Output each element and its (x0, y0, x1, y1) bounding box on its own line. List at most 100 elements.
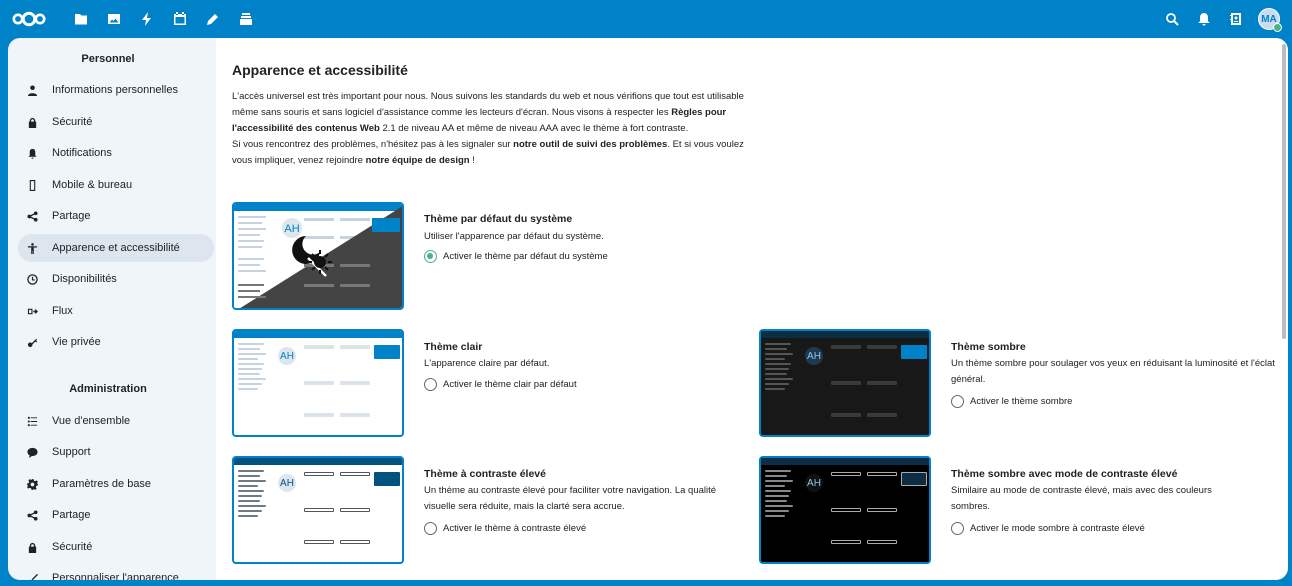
theme-preview-dark-contrast[interactable]: AH (759, 456, 931, 564)
sidebar-item-label: Disponibilités (52, 273, 117, 285)
radio-checked-icon[interactable] (424, 250, 437, 263)
intro-text-part: ! (469, 155, 475, 166)
theme-default-desc: Utiliser l'apparence par défaut du systè… (424, 231, 604, 242)
sidebar-item-availability[interactable]: Disponibilités (18, 265, 214, 293)
preview-avatar: AH (278, 347, 296, 365)
top-header: MA (0, 0, 1292, 38)
preview-header (234, 331, 402, 338)
sidebar-item-privacy[interactable]: Vie privée (18, 328, 214, 356)
sidebar-item-basic-settings[interactable]: Paramètres de base (18, 470, 214, 498)
sidebar-item-label: Vie privée (52, 336, 101, 348)
person-icon (18, 84, 46, 96)
intro-text-part: Si vous rencontrez des problèmes, n'hési… (232, 139, 514, 150)
chat-icon (18, 447, 46, 458)
preview-avatar: AH (278, 474, 296, 492)
photos-icon[interactable] (97, 0, 130, 38)
notes-icon[interactable] (196, 0, 229, 38)
deck-icon[interactable] (229, 0, 262, 38)
main-content: Apparence et accessibilité L'accès unive… (216, 38, 1288, 580)
theme-light-radio[interactable]: Activer le thème clair par défaut (424, 378, 577, 391)
preview-avatar-text: AH (284, 223, 299, 235)
preview-sidebar (236, 340, 272, 433)
sidebar-item-security[interactable]: Sécurité (18, 108, 214, 136)
online-status-icon (1273, 23, 1282, 32)
theme-dark-contrast-radio[interactable]: Activer le mode sombre à contraste élevé (951, 522, 1145, 535)
sidebar-item-theming[interactable]: Personnaliser l'apparence (18, 564, 214, 580)
flow-icon (18, 306, 46, 317)
preview-header (761, 458, 929, 465)
radio-label: Activer le thème clair par défaut (443, 379, 577, 390)
sidebar-item-admin-sharing[interactable]: Partage (18, 501, 214, 529)
notifications-icon[interactable] (1188, 0, 1220, 38)
design-team-link[interactable]: notre équipe de design (366, 155, 470, 166)
theme-dark-desc: Un thème sombre pour soulager vos yeux e… (951, 358, 1275, 385)
files-icon[interactable] (64, 0, 97, 38)
theme-dark-title: Thème sombre (951, 341, 1026, 353)
sidebar-item-label: Notifications (52, 147, 112, 159)
theme-contrast-title: Thème à contraste élevé (424, 468, 546, 480)
scrollbar[interactable] (1282, 44, 1286, 339)
theme-preview-dark[interactable]: AH (759, 329, 931, 437)
radio-label: Activer le thème par défaut du système (443, 251, 608, 262)
theme-dark-radio[interactable]: Activer le thème sombre (951, 395, 1072, 408)
intro-text: L'accès universel est très important pou… (232, 89, 752, 169)
sidebar-item-appearance[interactable]: Apparence et accessibilité (18, 234, 214, 262)
share-icon (18, 509, 46, 521)
calendar-icon[interactable] (163, 0, 196, 38)
theme-dark-contrast-title: Thème sombre avec mode de contraste élev… (951, 468, 1178, 480)
sidebar-item-label: Apparence et accessibilité (52, 242, 180, 254)
phone-icon (18, 179, 46, 191)
sidebar-item-flux[interactable]: Flux (18, 297, 214, 325)
personal-section-title: Personnel (81, 53, 135, 65)
theme-contrast-radio[interactable]: Activer le thème à contraste élevé (424, 522, 586, 535)
radio-label: Activer le mode sombre à contraste élevé (970, 523, 1145, 534)
sidebar-item-label: Partage (52, 509, 91, 521)
sidebar-item-admin-security[interactable]: Sécurité (18, 533, 214, 561)
clock-icon (18, 273, 46, 285)
theme-light-desc: L'apparence claire par défaut. (424, 358, 550, 369)
default-theme-preview-image: AH (234, 204, 402, 308)
avatar[interactable]: MA (1258, 8, 1282, 32)
share-icon (18, 210, 46, 222)
radio-unchecked-icon[interactable] (424, 522, 437, 535)
sidebar-item-support[interactable]: Support (18, 438, 214, 466)
header-right: MA (1156, 0, 1292, 38)
radio-unchecked-icon[interactable] (951, 522, 964, 535)
theme-contrast-desc: Un thème au contraste élevé pour facilit… (424, 485, 717, 512)
theme-default-radio[interactable]: Activer le thème par défaut du système (424, 250, 608, 263)
bell-icon (18, 148, 46, 159)
sidebar-item-mobile-desktop[interactable]: Mobile & bureau (18, 171, 214, 199)
radio-unchecked-icon[interactable] (951, 395, 964, 408)
theme-preview-contrast[interactable]: AH (232, 456, 404, 564)
theme-preview-default[interactable]: AH (232, 202, 404, 310)
activity-icon[interactable] (130, 0, 163, 38)
accessibility-icon (18, 242, 46, 254)
sidebar-item-notifications[interactable]: Notifications (18, 139, 214, 167)
sidebar-item-label: Support (52, 446, 91, 458)
brush-icon (18, 573, 46, 580)
sidebar-item-label: Informations personnelles (52, 84, 178, 96)
sidebar-item-overview[interactable]: Vue d'ensemble (18, 407, 214, 435)
radio-unchecked-icon[interactable] (424, 378, 437, 391)
search-icon[interactable] (1156, 0, 1188, 38)
preview-sidebar (763, 340, 799, 433)
sidebar-item-label: Paramètres de base (52, 478, 152, 490)
sidebar-item-personal-info[interactable]: Informations personnelles (18, 76, 214, 104)
sidebar-item-label: Sécurité (52, 116, 93, 128)
lock-icon (18, 542, 46, 553)
issue-tracker-link[interactable]: notre outil de suivi des problèmes (513, 139, 667, 150)
theme-preview-light[interactable]: AH (232, 329, 404, 437)
preview-avatar: AH (805, 347, 823, 365)
preview-header (234, 458, 402, 465)
sidebar-item-label: Mobile & bureau (52, 179, 133, 191)
settings-sidebar: Personnel Informations personnelles Sécu… (8, 38, 216, 580)
theme-light-title: Thème clair (424, 341, 483, 353)
sidebar-item-label: Sécurité (52, 541, 93, 553)
theme-dark-contrast-desc: Similaire au mode de contraste élevé, ma… (951, 485, 1212, 512)
list-icon (18, 416, 46, 427)
preview-avatar: AH (805, 474, 823, 492)
sidebar-item-sharing[interactable]: Partage (18, 202, 214, 230)
contacts-icon[interactable] (1220, 0, 1252, 38)
radio-label: Activer le thème sombre (970, 396, 1073, 407)
nextcloud-logo[interactable] (12, 11, 46, 27)
